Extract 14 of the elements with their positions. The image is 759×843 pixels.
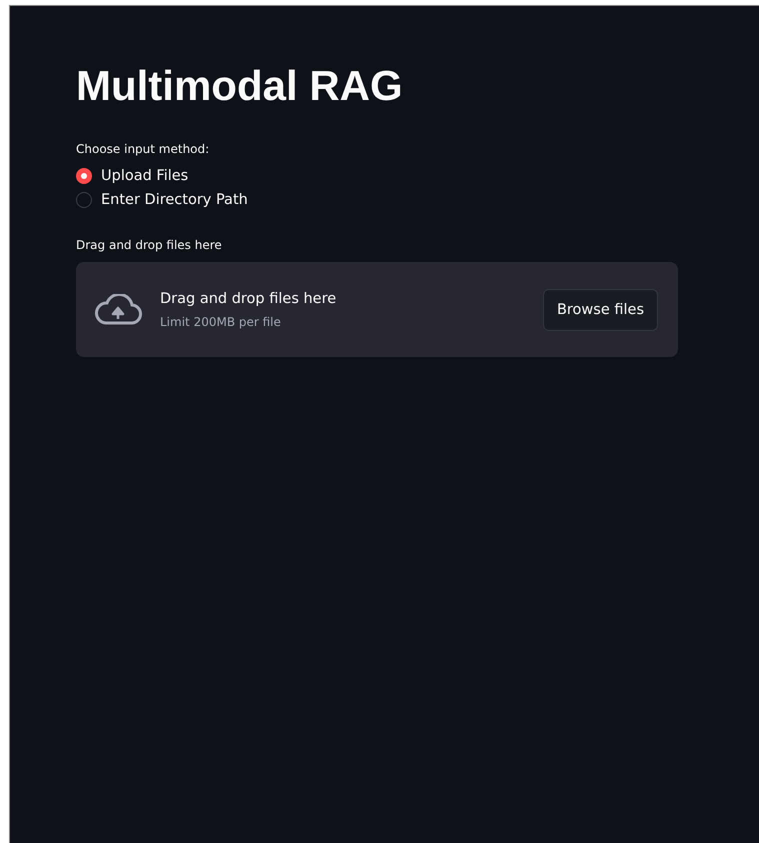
file-drop-zone[interactable]: Drag and drop files here Limit 200MB per file Browse files	[76, 262, 678, 357]
browse-files-button[interactable]: Browse files	[542, 288, 658, 330]
size-limit-text: Limit 200MB per file	[160, 314, 282, 328]
radio-group-label: Choose input method:	[76, 142, 210, 156]
radio-option[interactable]: Upload Files	[76, 168, 759, 184]
radio-label: Enter Directory Path	[101, 192, 248, 208]
radio-button[interactable]	[76, 192, 92, 208]
radio-button[interactable]	[76, 168, 92, 184]
page-title: Multimodal RAG	[76, 61, 404, 111]
drop-instruction: Drag and drop files here	[160, 290, 338, 306]
cloud-upload-icon	[94, 294, 142, 326]
uploader-label: Drag and drop files here	[76, 238, 223, 252]
radio-option[interactable]: Enter Directory Path	[76, 192, 759, 208]
radio-label: Upload Files	[101, 168, 188, 184]
